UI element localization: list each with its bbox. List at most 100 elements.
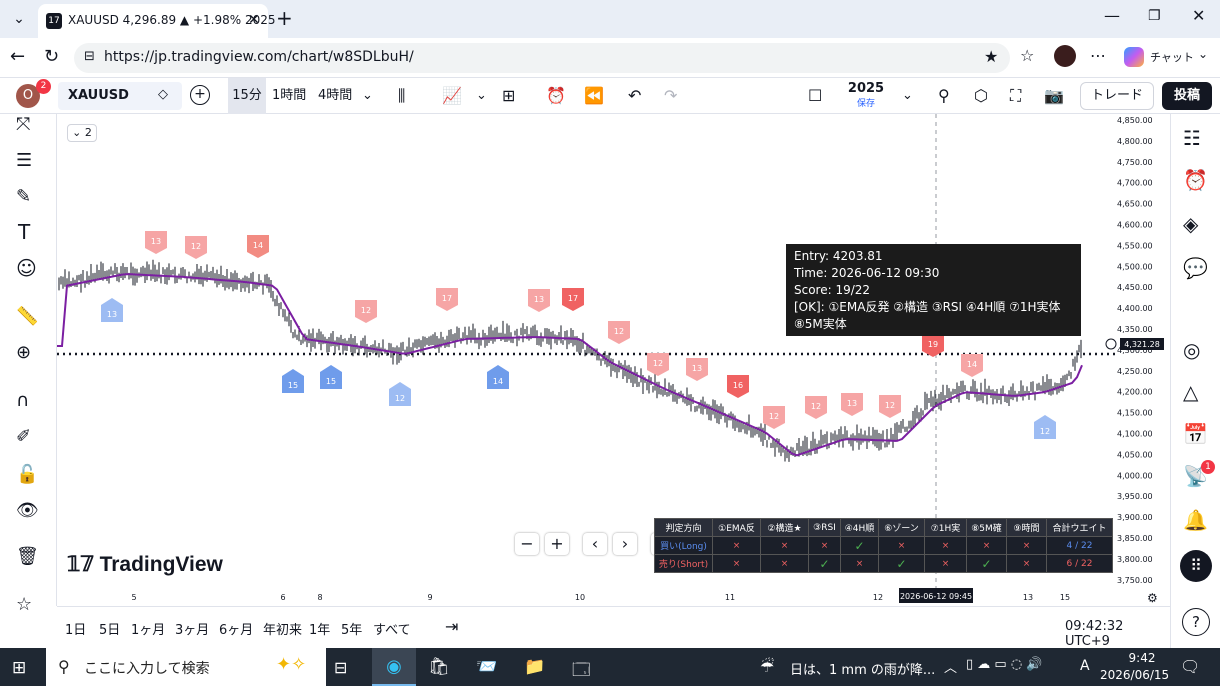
range-button[interactable]: 1日: [65, 619, 86, 638]
site-info-icon[interactable]: ⊟: [84, 49, 95, 64]
taskbar-search[interactable]: ⚲ ここに入力して検索 ✦✧: [46, 648, 326, 686]
interval-4h[interactable]: 4時間: [318, 78, 352, 114]
new-tab-icon[interactable]: +: [276, 6, 293, 30]
symbol-search[interactable]: XAUUSD ◇: [58, 82, 182, 110]
interval-15m[interactable]: 15分: [228, 78, 266, 114]
layout-select-icon[interactable]: ☐: [808, 78, 822, 114]
url-field[interactable]: ⊟ https://jp.tradingview.com/chart/w8SDL…: [74, 43, 1010, 73]
goto-date-icon[interactable]: ⇥: [445, 617, 458, 636]
diamond-icon[interactable]: ◇: [158, 87, 168, 102]
snapshot-icon[interactable]: 📷: [1044, 78, 1064, 114]
fib-tool-icon[interactable]: ☰: [16, 150, 44, 178]
pattern-tool-icon[interactable]: ⤧: [16, 114, 44, 142]
tab-close-icon[interactable]: ✕: [248, 12, 260, 28]
magnet-tool-icon[interactable]: ∩: [16, 390, 44, 418]
range-button[interactable]: 年初来: [263, 619, 302, 638]
compare-add-icon[interactable]: +: [190, 85, 210, 105]
visibility-icon[interactable]: 👁: [16, 500, 44, 528]
layout-name[interactable]: 2025 保存: [846, 80, 886, 110]
app-icon[interactable]: 🗔: [572, 657, 590, 686]
redo-icon[interactable]: ↷: [664, 78, 677, 114]
window-close-icon[interactable]: ✕: [1192, 6, 1205, 25]
back-icon[interactable]: ←: [10, 46, 25, 67]
alert-icon[interactable]: ⏰: [546, 78, 566, 114]
ideas-icon[interactable]: △: [1183, 380, 1211, 408]
layouts-icon[interactable]: ⊞: [502, 78, 515, 114]
tab-list-chevron-icon[interactable]: ⌄: [8, 8, 30, 30]
refresh-icon[interactable]: ↻: [44, 46, 59, 67]
clock-time[interactable]: 9:42: [1122, 651, 1162, 665]
range-button[interactable]: 1ヶ月: [131, 619, 165, 638]
chat-icon[interactable]: 💬: [1183, 256, 1211, 284]
bookmark-star-icon[interactable]: ★: [984, 47, 998, 66]
favorite-tools-icon[interactable]: ☆: [16, 594, 44, 622]
layout-chevron-icon[interactable]: ⌄: [902, 78, 913, 114]
replay-icon[interactable]: ⏪: [584, 78, 604, 114]
tradingview-logo[interactable]: 𝟙𝟟 TradingView: [67, 552, 223, 577]
trash-icon[interactable]: 🗑: [16, 546, 44, 574]
tray-icons[interactable]: ▯ ☁ ▭ ◌ 🔊: [966, 657, 1043, 672]
scroll-left-button[interactable]: ‹: [583, 533, 607, 555]
layers-icon[interactable]: ◈: [1183, 212, 1211, 240]
undo-icon[interactable]: ↶: [628, 78, 641, 114]
minimize-icon[interactable]: —: [1104, 6, 1120, 25]
copilot-icon[interactable]: [1124, 47, 1144, 67]
help-icon[interactable]: ?: [1182, 608, 1210, 636]
alerts-clock-icon[interactable]: ⏰: [1183, 168, 1211, 196]
range-button[interactable]: すべて: [373, 619, 411, 638]
interval-1h[interactable]: 1時間: [272, 78, 306, 114]
restore-icon[interactable]: ❐: [1148, 8, 1161, 24]
outlook-icon[interactable]: 📨: [476, 657, 497, 677]
edge-icon[interactable]: ◉: [372, 648, 416, 686]
store-icon[interactable]: 🛍: [428, 657, 450, 677]
scroll-right-button[interactable]: ›: [613, 533, 637, 555]
profile-avatar[interactable]: [1054, 45, 1076, 67]
publish-button[interactable]: 投稿: [1162, 82, 1212, 110]
ruler-tool-icon[interactable]: 📏: [16, 306, 44, 334]
chat-chevron-icon[interactable]: ⌄: [1198, 47, 1208, 61]
indicators-chevron-icon[interactable]: ⌄: [476, 78, 487, 114]
zoom-out-button[interactable]: −: [515, 533, 539, 555]
indicators-icon[interactable]: 📈: [442, 78, 462, 114]
weather-text[interactable]: 日は、1 mm の雨が降...: [790, 659, 935, 678]
range-button[interactable]: 1年: [309, 619, 330, 638]
clock-date[interactable]: 2026/06/15: [1100, 668, 1169, 682]
weather-icon[interactable]: ☔: [760, 657, 774, 676]
quick-search-icon[interactable]: ⚲: [938, 78, 950, 114]
products-grid-icon[interactable]: ⠿: [1180, 550, 1212, 582]
trade-button[interactable]: トレード: [1080, 82, 1154, 110]
favorites-icon[interactable]: ☆: [1020, 46, 1034, 65]
tray-chevron-icon[interactable]: ︿: [944, 657, 957, 676]
emoji-tool-icon[interactable]: ☺: [16, 256, 44, 284]
clock-label[interactable]: 09:42:32 UTC+9: [1065, 619, 1170, 649]
settings-icon[interactable]: ⬡: [974, 78, 988, 114]
notification-center-icon[interactable]: 🗨: [1180, 657, 1200, 676]
windows-start-icon[interactable]: ⊞: [12, 658, 26, 678]
unlock-icon[interactable]: 🔓: [16, 464, 44, 492]
collapse-indicator-button[interactable]: ⌄ 2: [67, 124, 97, 142]
task-view-icon[interactable]: ⊟: [334, 658, 347, 677]
browser-tab[interactable]: 17 XAUUSD 4,296.89 ▲ +1.98% 2025 ✕: [38, 4, 276, 38]
notifications-bell-icon[interactable]: 🔔: [1183, 508, 1211, 536]
calendar-icon[interactable]: 📅: [1183, 422, 1211, 450]
range-button[interactable]: 3ヶ月: [175, 619, 209, 638]
chat-button[interactable]: チャット: [1150, 49, 1194, 65]
long-c6: ×: [924, 536, 967, 555]
range-button[interactable]: 5日: [99, 619, 120, 638]
zoom-in-button[interactable]: +: [545, 533, 569, 555]
text-tool-icon[interactable]: T: [18, 220, 46, 248]
watchlist-icon[interactable]: ☷: [1183, 126, 1211, 154]
url-text: https://jp.tradingview.com/chart/w8SDLbu…: [104, 49, 414, 65]
range-button[interactable]: 6ヶ月: [219, 619, 253, 638]
range-button[interactable]: 5年: [341, 619, 362, 638]
ime-indicator[interactable]: A: [1080, 658, 1090, 674]
lock-drawing-icon[interactable]: ✐: [16, 426, 44, 454]
zoom-tool-icon[interactable]: ⊕: [16, 342, 44, 370]
signal-icon[interactable]: ◎: [1183, 338, 1211, 366]
bar-style-icon[interactable]: ⫼: [398, 78, 405, 114]
brush-tool-icon[interactable]: ✎: [16, 186, 44, 214]
fullscreen-icon[interactable]: ⛶: [1010, 78, 1021, 114]
interval-chevron-icon[interactable]: ⌄: [362, 78, 373, 114]
more-menu-icon[interactable]: ⋯: [1090, 46, 1106, 65]
file-explorer-icon[interactable]: 📁: [524, 657, 545, 677]
